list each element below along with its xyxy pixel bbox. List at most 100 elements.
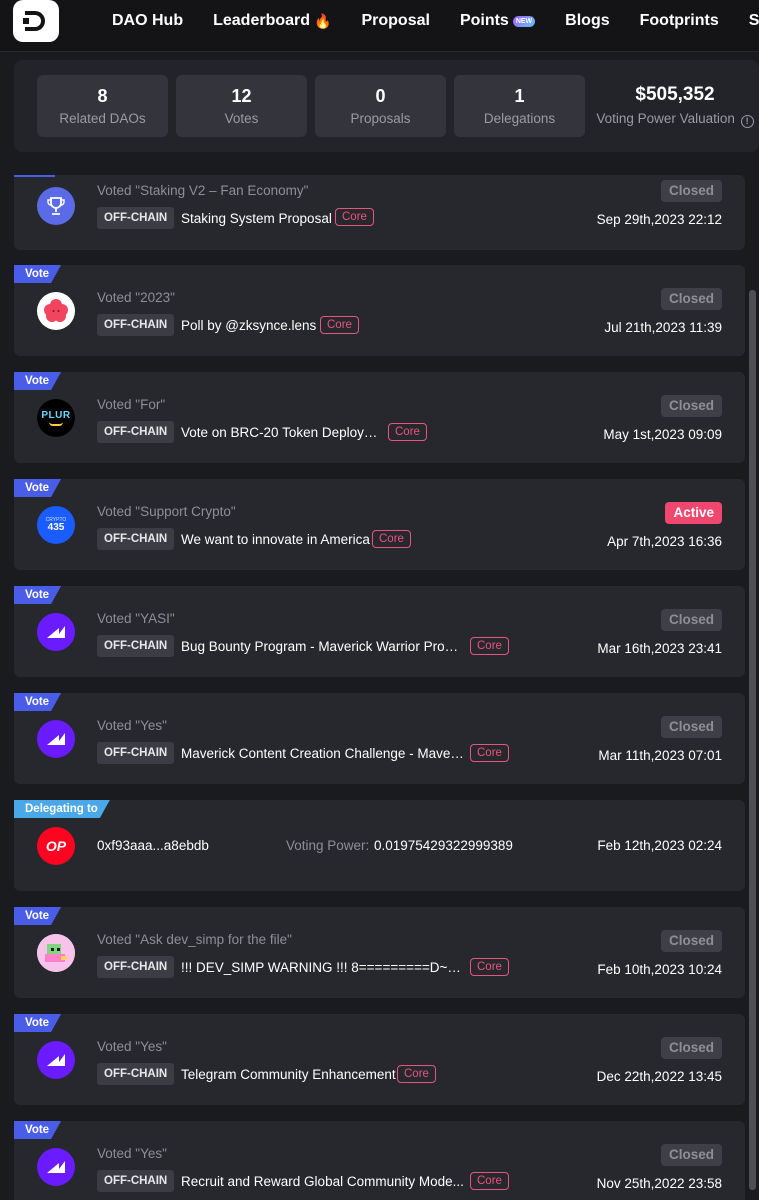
voting-power-label: Voting Power:: [286, 838, 370, 853]
off-chain-chip: OFF-CHAIN: [97, 1063, 175, 1085]
activity-card[interactable]: Vote Voted "Yes" OFF-CHAIN Telegram Comm…: [14, 1014, 745, 1105]
nav-label: DAO Hub: [112, 12, 184, 29]
voted-option: Voted "Support Crypto": [97, 504, 236, 519]
dao-avatar[interactable]: [37, 1148, 75, 1186]
stat-label: Related DAOs: [59, 111, 146, 126]
stat-value: 12: [231, 86, 252, 106]
nav-blogs[interactable]: Blogs: [565, 12, 609, 30]
nav-label: Leaderboard: [213, 12, 311, 29]
nav-services[interactable]: Serv: [749, 12, 759, 30]
activity-date: Feb 12th,2023 02:24: [597, 838, 722, 853]
core-badge: Core: [372, 530, 411, 548]
voted-option: Voted "Yes": [97, 1146, 167, 1161]
stat-value: $505,352: [635, 84, 715, 105]
activity-card[interactable]: Vote Voted "2023" OFF-CHAIN Poll by @zks…: [14, 265, 745, 356]
dao-avatar[interactable]: [37, 1041, 75, 1079]
voting-power-value: 0.01975429322999389: [374, 838, 513, 853]
crypto-435-logo-icon: CRYPTO 435: [45, 516, 67, 533]
core-badge: Core: [470, 1172, 509, 1190]
info-icon[interactable]: !: [740, 115, 754, 128]
dao-avatar[interactable]: [37, 613, 75, 651]
voted-option: Voted "YASI": [97, 611, 175, 626]
dao-avatar[interactable]: PLUR: [37, 399, 75, 437]
activity-card[interactable]: Vote Voted "Yes" OFF-CHAIN Recruit and R…: [14, 1121, 745, 1200]
dao-avatar[interactable]: OP: [37, 827, 75, 865]
core-badge: Core: [470, 958, 509, 976]
delegate-address[interactable]: 0xf93aaa...a8ebdb: [97, 838, 209, 853]
stat-value: 1: [514, 86, 525, 106]
proposal-title[interactable]: Recruit and Reward Global Community Mode…: [181, 1174, 464, 1189]
proposal-title[interactable]: Maverick Content Creation Challenge - Ma…: [181, 746, 464, 761]
proposal-title[interactable]: !!! DEV_SIMP WARNING !!! 8=========D~~~.…: [181, 960, 464, 975]
core-badge: Core: [388, 423, 427, 441]
activity-date: Feb 10th,2023 10:24: [597, 962, 722, 977]
stat-related-daos[interactable]: 8 Related DAOs: [37, 75, 168, 137]
vote-tag: Vote: [14, 693, 61, 711]
proposal-title[interactable]: Telegram Community Enhancement: [181, 1067, 396, 1082]
status-badge: Closed: [660, 288, 722, 310]
vote-tag: Vote: [14, 586, 61, 604]
new-badge-icon: NEW: [512, 15, 536, 27]
delegation-card[interactable]: Delegating to OP 0xf93aaa...a8ebdb Votin…: [14, 800, 745, 891]
vote-tag: Vote: [14, 1121, 61, 1139]
vote-tag: Vote: [14, 1014, 61, 1032]
activity-card[interactable]: Vote PLUR Voted "For" OFF-CHAIN Vote on …: [14, 372, 745, 463]
core-badge: Core: [397, 1065, 436, 1083]
activity-date: Mar 16th,2023 23:41: [597, 641, 722, 656]
stats-panel: 8 Related DAOs 12 Votes 0 Proposals 1 De…: [14, 60, 759, 152]
voted-option: Voted "For": [97, 397, 166, 412]
off-chain-chip: OFF-CHAIN: [97, 421, 175, 443]
dao-avatar[interactable]: [37, 292, 75, 330]
proposal-title[interactable]: Vote on BRC-20 Token Deploy 🧪: [181, 425, 381, 441]
off-chain-chip: OFF-CHAIN: [97, 635, 175, 657]
optimism-logo-icon: OP: [45, 838, 67, 854]
activity-card[interactable]: Voted "Staking V2 – Fan Economy" OFF-CHA…: [14, 175, 745, 250]
trophy-icon: [47, 197, 65, 215]
vote-tag-fragment: [14, 175, 55, 177]
core-badge: Core: [470, 744, 509, 762]
nav-dao-hub[interactable]: DAO Hub: [112, 12, 183, 30]
activity-card[interactable]: Vote Voted "YASI" OFF-CHAIN Bug Bounty P…: [14, 586, 745, 677]
proposal-title[interactable]: Staking System Proposal: [181, 211, 332, 226]
off-chain-chip: OFF-CHAIN: [97, 956, 175, 978]
stat-delegations[interactable]: 1 Delegations: [454, 75, 585, 137]
activity-card[interactable]: Vote CRYPTO 435 Voted "Support Crypto" O…: [14, 479, 745, 570]
vote-tag: Vote: [14, 372, 61, 390]
activity-date: Sep 29th,2023 22:12: [596, 212, 722, 227]
status-badge: Closed: [660, 1144, 722, 1166]
proposal-title[interactable]: Bug Bounty Program - Maverick Warrior Pr…: [181, 639, 464, 654]
nav-proposal[interactable]: Proposal: [361, 12, 429, 30]
voted-option: Voted "Ask dev_simp for the file": [97, 932, 292, 947]
activity-card[interactable]: Vote Voted "Ask dev_simp for the file" O…: [14, 907, 745, 998]
activity-date: Nov 25th,2022 23:58: [596, 1176, 722, 1191]
nav-leaderboard[interactable]: Leaderboard 🔥: [213, 12, 331, 30]
dao-avatar[interactable]: [37, 720, 75, 758]
nav-footprints[interactable]: Footprints: [640, 12, 719, 30]
core-badge: Core: [470, 637, 509, 655]
nav-label: Points: [459, 12, 509, 29]
status-badge: Closed: [660, 716, 722, 738]
status-badge: Active: [665, 502, 722, 524]
off-chain-chip: OFF-CHAIN: [97, 207, 175, 229]
voted-option: Voted "Yes": [97, 1039, 167, 1054]
dao-avatar[interactable]: [37, 187, 75, 225]
stat-label: Votes: [224, 111, 259, 126]
status-badge: Closed: [660, 180, 722, 202]
proposal-title[interactable]: We want to innovate in America: [181, 532, 370, 547]
stat-votes[interactable]: 12 Votes: [176, 75, 307, 137]
lens-flower-icon: [44, 299, 68, 322]
scrollbar[interactable]: [749, 290, 756, 1190]
voted-option: Voted "2023": [97, 290, 175, 305]
stat-label: Delegations: [483, 111, 556, 126]
activity-card[interactable]: Vote Voted "Yes" OFF-CHAIN Maverick Cont…: [14, 693, 745, 784]
maverick-logo-icon: [47, 1161, 65, 1173]
proposal-title[interactable]: Poll by @zksynce.lens: [181, 318, 316, 333]
status-badge: Closed: [660, 609, 722, 631]
stat-proposals[interactable]: 0 Proposals: [315, 75, 446, 137]
nav-label: Proposal: [361, 12, 430, 29]
nav-points[interactable]: Points NEW: [459, 12, 536, 30]
stat-label: Proposals: [350, 111, 411, 126]
dao-avatar[interactable]: CRYPTO 435: [37, 506, 75, 544]
dao-avatar[interactable]: [37, 934, 75, 972]
app-logo[interactable]: [13, 0, 59, 42]
